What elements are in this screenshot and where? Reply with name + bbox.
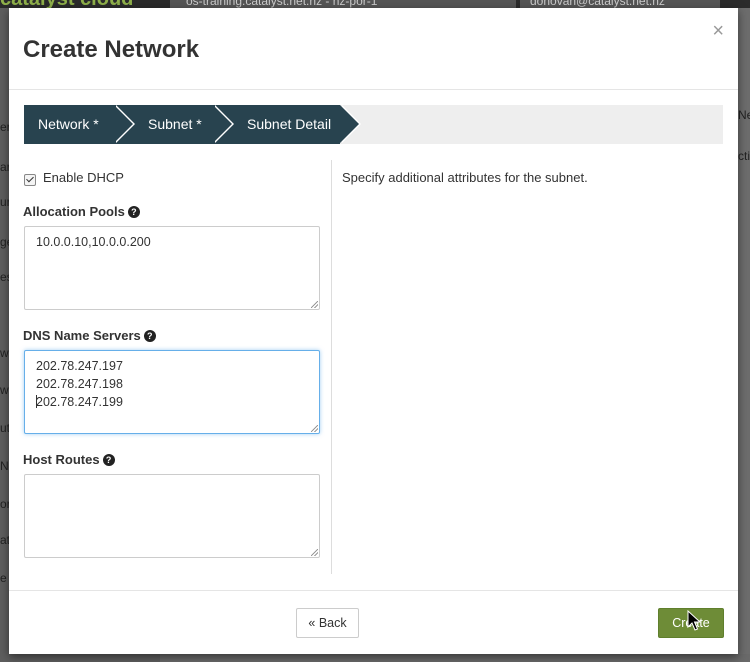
modal-title: Create Network — [23, 36, 200, 63]
enable-dhcp-label: Enable DHCP — [43, 170, 124, 185]
resize-grip-icon[interactable] — [311, 549, 318, 556]
wizard-step-label: Subnet Detail — [247, 116, 332, 132]
background-sidebar-fragment: e — [0, 571, 7, 585]
dns-name-servers-textarea[interactable]: 202.78.247.197 202.78.247.198 202.78.247… — [24, 350, 320, 434]
resize-grip-icon[interactable] — [311, 301, 318, 308]
dns-server-line: 202.78.247.199 — [36, 395, 123, 409]
dns-server-line: 202.78.247.197 — [36, 359, 123, 373]
create-button[interactable]: Create — [658, 608, 724, 638]
back-button[interactable]: « Back — [296, 608, 359, 638]
help-icon[interactable]: ? — [102, 454, 115, 466]
wizard-step-label: Subnet * — [148, 116, 202, 132]
help-icon[interactable]: ? — [127, 206, 140, 218]
dns-server-line: 202.78.247.198 — [36, 377, 123, 391]
host-routes-textarea[interactable] — [24, 474, 320, 558]
background-sidebar-fragment: w — [0, 346, 9, 360]
enable-dhcp-checkbox[interactable] — [24, 174, 36, 186]
step-help-text: Specify additional attributes for the su… — [342, 170, 588, 185]
wizard-step-network[interactable]: Network * — [24, 105, 135, 144]
background-url-bar: os-training.catalyst.net.nz - nz-por-1 — [170, 0, 516, 8]
host-routes-label-text: Host Routes — [23, 452, 100, 467]
background-user-menu: donovan@catalyst.net.nz — [520, 0, 720, 8]
allocation-pools-label-text: Allocation Pools — [23, 204, 125, 219]
background-sidebar-fragment: w — [0, 383, 9, 397]
background-content-fragment: cti — [738, 149, 750, 163]
background-bottom — [160, 654, 750, 662]
create-network-modal: Create Network × Network * Subnet * Subn… — [9, 8, 738, 654]
background-brand: catalyst cloud — [0, 0, 160, 8]
allocation-pools-textarea[interactable]: 10.0.0.10,10.0.0.200 — [24, 226, 320, 310]
wizard-step-label: Network * — [38, 116, 99, 132]
dns-name-servers-label-text: DNS Name Servers — [23, 328, 141, 343]
help-icon[interactable]: ? — [143, 330, 156, 342]
close-icon[interactable]: × — [712, 20, 724, 43]
background-content-edge: Ne cti — [738, 8, 750, 662]
dns-name-servers-label: DNS Name Servers? — [23, 328, 156, 343]
modal-header: Create Network × — [9, 8, 738, 90]
allocation-pools-value: 10.0.0.10,10.0.0.200 — [36, 235, 151, 249]
allocation-pools-label: Allocation Pools? — [23, 204, 140, 219]
column-divider — [331, 160, 332, 574]
host-routes-label: Host Routes? — [23, 452, 115, 467]
background-sidebar-fragment: N — [0, 459, 9, 473]
wizard-steps: Network * Subnet * Subnet Detail — [24, 105, 723, 144]
background-content-fragment: Ne — [738, 108, 750, 122]
modal-footer: « Back Create — [9, 590, 738, 655]
resize-grip-icon[interactable] — [311, 425, 318, 432]
